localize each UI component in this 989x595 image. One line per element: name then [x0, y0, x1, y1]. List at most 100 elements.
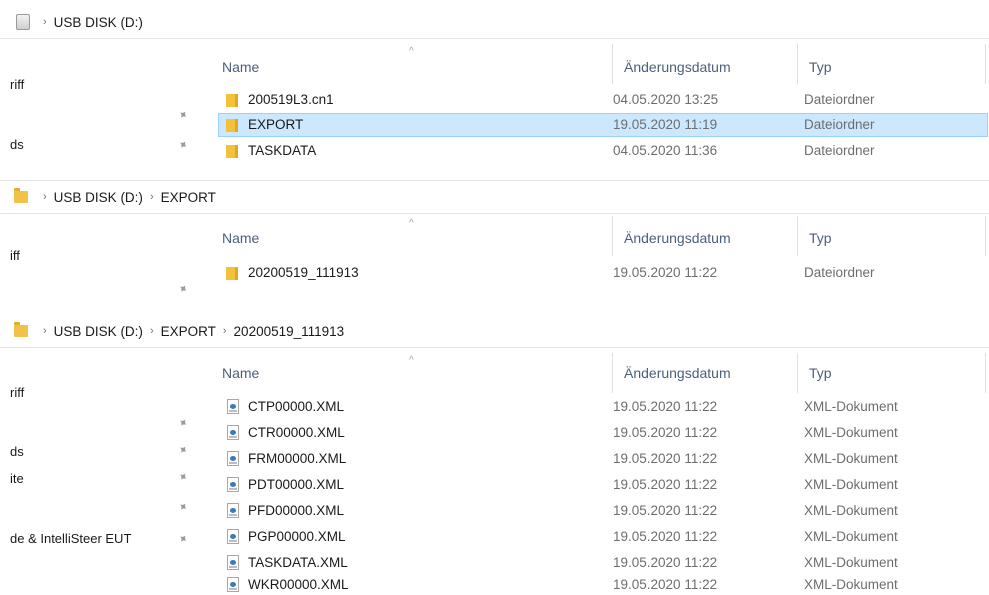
- xml-file-icon: [227, 503, 239, 518]
- pin-icon[interactable]: ✦: [175, 414, 191, 431]
- pin-icon[interactable]: ✦: [175, 468, 191, 485]
- file-name: EXPORT: [248, 117, 304, 132]
- column-header-date[interactable]: Änderungsdatum: [624, 59, 731, 75]
- breadcrumb-usb-disk[interactable]: USB DISK (D:): [54, 190, 143, 205]
- chevron-right-icon: ›: [149, 191, 154, 203]
- file-type: XML-Dokument: [804, 503, 898, 518]
- drive-icon: [14, 14, 30, 30]
- explorer-panel-export-subfolder: › USB DISK (D:) › EXPORT › 20200519_1119…: [0, 315, 989, 595]
- nav-item[interactable]: riff: [10, 77, 24, 92]
- file-row[interactable]: TASKDATA.XML 19.05.2020 11:22 XML-Dokume…: [218, 551, 988, 575]
- breadcrumb-subfolder[interactable]: 20200519_111913: [234, 324, 345, 339]
- column-header-type[interactable]: Typ: [809, 59, 832, 75]
- column-divider[interactable]: [797, 353, 798, 393]
- pin-icon[interactable]: ✦: [175, 136, 191, 153]
- explorer-panel-usb-root: › USB DISK (D:) riff ✦ ds ✦ ^ Name Änder…: [0, 0, 989, 180]
- xml-file-icon: [227, 477, 239, 492]
- column-header-date[interactable]: Änderungsdatum: [624, 365, 731, 381]
- column-header-name[interactable]: Name: [222, 59, 259, 75]
- folder-icon: [14, 322, 30, 339]
- pin-icon[interactable]: ✦: [175, 498, 191, 515]
- address-bar[interactable]: › USB DISK (D:) › EXPORT › 20200519_1119…: [0, 315, 989, 348]
- file-row[interactable]: 200519L3.cn1 04.05.2020 13:25 Dateiordne…: [218, 88, 988, 112]
- sort-ascending-icon[interactable]: ^: [409, 46, 414, 57]
- file-name: PDT00000.XML: [248, 477, 345, 492]
- file-type: XML-Dokument: [804, 451, 898, 466]
- chevron-right-icon: ›: [43, 191, 47, 203]
- file-row[interactable]: 20200519_111913 19.05.2020 11:22 Dateior…: [218, 261, 988, 285]
- address-bar[interactable]: › USB DISK (D:) › EXPORT: [0, 180, 989, 214]
- column-divider[interactable]: [985, 216, 986, 256]
- column-header-name[interactable]: Name: [222, 230, 259, 246]
- breadcrumb-export[interactable]: EXPORT: [161, 324, 216, 339]
- folder-icon: [226, 119, 238, 132]
- column-header-type[interactable]: Typ: [809, 365, 832, 381]
- breadcrumb-export[interactable]: EXPORT: [161, 190, 216, 205]
- nav-item[interactable]: riff: [10, 385, 24, 400]
- sort-ascending-icon[interactable]: ^: [409, 355, 414, 366]
- column-divider[interactable]: [797, 216, 798, 256]
- file-row[interactable]: WKR00000.XML 19.05.2020 11:22 XML-Dokume…: [218, 573, 988, 595]
- xml-file-icon: [227, 555, 239, 570]
- file-date: 19.05.2020 11:22: [613, 477, 718, 492]
- file-name: FRM00000.XML: [248, 451, 347, 466]
- file-date: 19.05.2020 11:22: [613, 555, 718, 570]
- chevron-right-icon: ›: [222, 325, 227, 337]
- nav-item[interactable]: iff: [10, 248, 20, 263]
- xml-file-icon: [227, 451, 239, 466]
- column-header-type[interactable]: Typ: [809, 230, 832, 246]
- navigation-pane: riff ✦ ds ✦: [0, 40, 205, 180]
- column-divider[interactable]: [612, 216, 613, 256]
- pin-icon[interactable]: ✦: [175, 441, 191, 458]
- folder-icon: [226, 145, 238, 158]
- column-divider[interactable]: [797, 44, 798, 84]
- folder-icon: [226, 267, 238, 280]
- folder-icon: [226, 94, 238, 107]
- file-name: PFD00000.XML: [248, 503, 345, 518]
- column-header-date[interactable]: Änderungsdatum: [624, 230, 731, 246]
- file-type: Dateiordner: [804, 143, 875, 158]
- file-date: 19.05.2020 11:22: [613, 399, 718, 414]
- column-divider[interactable]: [612, 44, 613, 84]
- navigation-pane: riff ✦ ds ✦ ite ✦ ✦ de & IntelliSteer EU…: [0, 349, 205, 594]
- nav-item[interactable]: ite: [10, 471, 24, 486]
- file-date: 19.05.2020 11:22: [613, 503, 718, 518]
- file-date: 04.05.2020 11:36: [613, 143, 718, 158]
- nav-item[interactable]: ds: [10, 444, 24, 459]
- xml-file-icon: [227, 529, 239, 544]
- file-row[interactable]: PDT00000.XML 19.05.2020 11:22 XML-Dokume…: [218, 473, 988, 497]
- file-date: 19.05.2020 11:22: [613, 451, 718, 466]
- chevron-right-icon: ›: [43, 16, 47, 28]
- nav-item[interactable]: ds: [10, 137, 24, 152]
- breadcrumb-usb-disk[interactable]: USB DISK (D:): [54, 324, 143, 339]
- file-type: XML-Dokument: [804, 477, 898, 492]
- file-type: XML-Dokument: [804, 577, 898, 592]
- file-date: 19.05.2020 11:22: [613, 425, 718, 440]
- pin-icon[interactable]: ✦: [175, 530, 191, 547]
- xml-file-icon: [227, 425, 239, 440]
- file-row[interactable]: PFD00000.XML 19.05.2020 11:22 XML-Dokume…: [218, 499, 988, 523]
- column-divider[interactable]: [985, 44, 986, 84]
- file-row[interactable]: CTP00000.XML 19.05.2020 11:22 XML-Dokume…: [218, 395, 988, 419]
- breadcrumb-usb-disk[interactable]: USB DISK (D:): [54, 15, 143, 30]
- column-divider[interactable]: [612, 353, 613, 393]
- file-row[interactable]: CTR00000.XML 19.05.2020 11:22 XML-Dokume…: [218, 421, 988, 445]
- file-type: Dateiordner: [804, 92, 875, 107]
- pin-icon[interactable]: ✦: [175, 280, 191, 297]
- file-row-selected[interactable]: EXPORT 19.05.2020 11:19 Dateiordner: [218, 113, 988, 137]
- sort-ascending-icon[interactable]: ^: [409, 218, 414, 229]
- file-row[interactable]: PGP00000.XML 19.05.2020 11:22 XML-Dokume…: [218, 525, 988, 549]
- column-header-name[interactable]: Name: [222, 365, 259, 381]
- file-name: 20200519_111913: [248, 265, 359, 280]
- xml-file-icon: [227, 399, 239, 414]
- nav-item[interactable]: de & IntelliSteer EUT: [10, 531, 131, 546]
- file-type: XML-Dokument: [804, 555, 898, 570]
- address-bar[interactable]: › USB DISK (D:): [0, 6, 989, 39]
- file-date: 19.05.2020 11:22: [613, 265, 718, 280]
- column-divider[interactable]: [985, 353, 986, 393]
- file-row[interactable]: FRM00000.XML 19.05.2020 11:22 XML-Dokume…: [218, 447, 988, 471]
- pin-icon[interactable]: ✦: [175, 106, 191, 123]
- file-name: 200519L3.cn1: [248, 92, 334, 107]
- file-row[interactable]: TASKDATA 04.05.2020 11:36 Dateiordner: [218, 139, 988, 163]
- file-date: 19.05.2020 11:22: [613, 577, 718, 592]
